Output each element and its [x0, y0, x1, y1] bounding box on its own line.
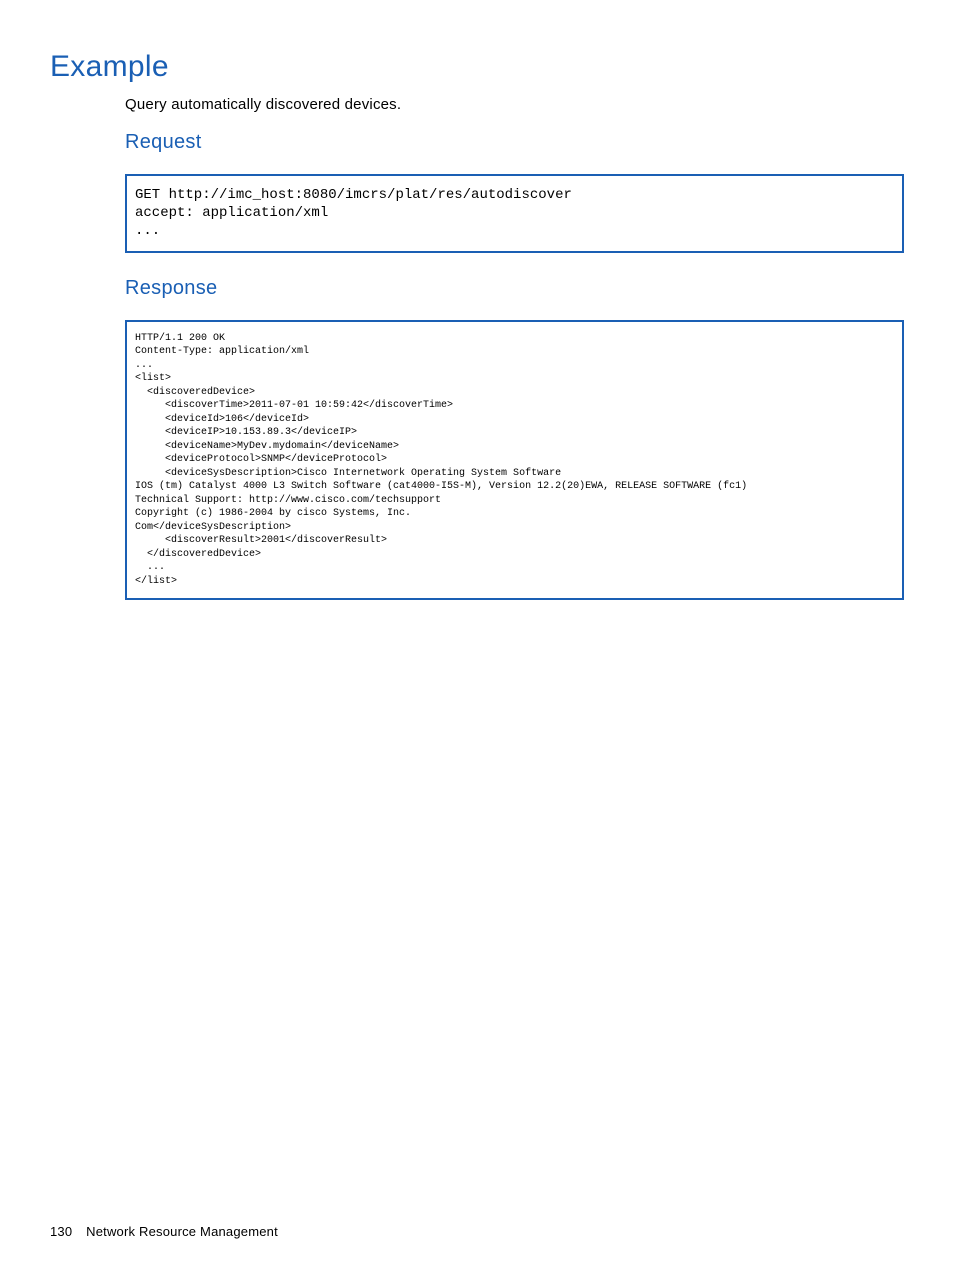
section-intro: Query automatically discovered devices.	[125, 96, 904, 113]
request-code-block: GET http://imc_host:8080/imcrs/plat/res/…	[125, 174, 904, 253]
response-heading: Response	[125, 277, 904, 300]
response-code-block: HTTP/1.1 200 OK Content-Type: applicatio…	[125, 320, 904, 601]
section-heading: Example	[50, 50, 904, 84]
request-heading: Request	[125, 131, 904, 154]
page-footer: 130 Network Resource Management	[50, 1224, 278, 1239]
page-number: 130	[50, 1224, 72, 1239]
chapter-name: Network Resource Management	[86, 1224, 278, 1239]
